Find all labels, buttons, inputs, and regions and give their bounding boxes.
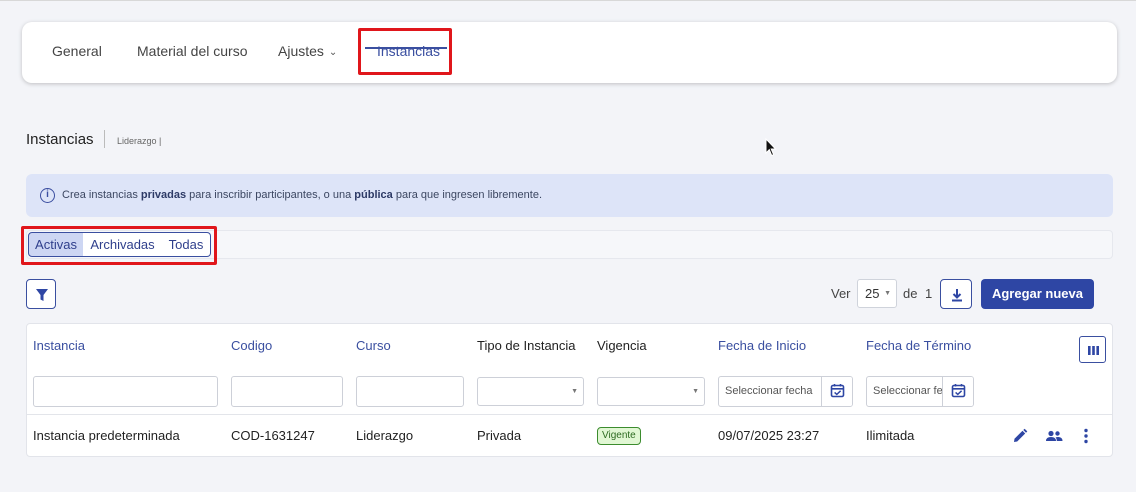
filter-codigo-input[interactable] xyxy=(231,376,343,407)
more-vertical-icon xyxy=(1084,428,1088,444)
segment-activas[interactable]: Activas xyxy=(28,232,84,257)
cell-codigo: COD-1631247 xyxy=(231,428,315,443)
columns-button[interactable] xyxy=(1079,336,1106,363)
info-text-publica: pública xyxy=(354,189,393,201)
tab-ajustes[interactable]: Ajustes ⌄ xyxy=(278,22,337,83)
active-tab-underline xyxy=(365,47,447,49)
table-row-divider xyxy=(27,414,1112,415)
download-button[interactable] xyxy=(940,279,972,309)
tab-instancias-label: Instancias xyxy=(377,43,441,59)
caret-down-icon: ▼ xyxy=(692,388,699,395)
tab-general[interactable]: General xyxy=(52,22,102,83)
date-placeholder-inicio: Seleccionar fecha xyxy=(725,385,813,397)
more-options-button[interactable] xyxy=(1076,426,1096,446)
total-pages: 1 xyxy=(925,286,933,301)
add-new-button[interactable]: Agregar nueva xyxy=(981,279,1094,309)
download-icon xyxy=(952,289,962,302)
cell-tipo: Privada xyxy=(477,428,522,443)
filter-tipo-select[interactable]: ▼ xyxy=(477,377,584,406)
header-codigo[interactable]: Codigo xyxy=(231,338,272,353)
cell-fecha-termino: Ilimitada xyxy=(866,428,915,443)
header-tipo-de-instancia: Tipo de Instancia xyxy=(477,338,576,353)
breadcrumb: Liderazgo | xyxy=(117,136,162,146)
filter-vigencia-select[interactable]: ▼ xyxy=(597,377,705,406)
info-text-2: para inscribir participantes, o una xyxy=(186,189,355,201)
page-title: Instancias xyxy=(26,131,94,148)
pencil-icon xyxy=(1014,428,1028,442)
filter-fecha-inicio[interactable]: Seleccionar fecha xyxy=(718,376,853,407)
mouse-cursor-icon xyxy=(765,138,777,157)
header-vigencia: Vigencia xyxy=(597,338,647,353)
header-instancia[interactable]: Instancia xyxy=(33,338,85,353)
tab-material-label: Material del curso xyxy=(137,43,248,59)
header-fecha-de-termino[interactable]: Fecha de Término xyxy=(866,338,971,353)
calendar-icon xyxy=(951,384,966,398)
columns-icon xyxy=(1088,346,1099,355)
title-divider xyxy=(104,130,105,148)
participants-button[interactable] xyxy=(1043,426,1065,446)
cell-fecha-inicio: 09/07/2025 23:27 xyxy=(718,428,820,443)
users-icon xyxy=(1046,430,1063,441)
edit-button[interactable] xyxy=(1010,426,1030,446)
filter-button[interactable] xyxy=(26,279,56,309)
info-banner: i Crea instancias privadas para inscribi… xyxy=(26,174,1113,217)
caret-down-icon: ▼ xyxy=(884,290,891,297)
chevron-down-icon: ⌄ xyxy=(328,47,338,58)
caret-down-icon: ▼ xyxy=(571,388,578,395)
cell-instancia: Instancia predeterminada xyxy=(33,428,180,443)
filter-fecha-termino[interactable]: Seleccionar fecha xyxy=(866,376,974,407)
page-size-value: 25 xyxy=(865,286,880,301)
page-size-label: Ver xyxy=(831,286,851,301)
info-text-1: Crea instancias xyxy=(62,189,141,201)
header-curso[interactable]: Curso xyxy=(356,338,391,353)
pages-of-label: de xyxy=(903,286,918,301)
tab-material-del-curso[interactable]: Material del curso xyxy=(137,22,248,83)
top-border xyxy=(0,0,1136,1)
calendar-button-inicio[interactable] xyxy=(821,377,852,406)
info-text-privadas: privadas xyxy=(140,189,187,201)
status-badge: Vigente xyxy=(597,427,641,445)
tab-ajustes-label: Ajustes xyxy=(278,43,324,59)
header-fecha-de-inicio[interactable]: Fecha de Inicio xyxy=(718,338,806,353)
info-icon: i xyxy=(40,188,55,203)
filter-curso-input[interactable] xyxy=(356,376,464,407)
info-text-3: para que ingresen libremente. xyxy=(392,189,543,201)
tab-instancias[interactable]: Instancias xyxy=(377,22,440,83)
calendar-icon xyxy=(830,384,845,398)
segment-archivadas[interactable]: Archivadas xyxy=(83,232,163,257)
cell-curso: Liderazgo xyxy=(356,428,414,443)
filter-icon xyxy=(36,289,48,301)
filter-instancia-input[interactable] xyxy=(33,376,218,407)
tab-general-label: General xyxy=(52,43,102,59)
calendar-button-termino[interactable] xyxy=(942,377,973,406)
page-size-select[interactable]: 25 ▼ xyxy=(857,279,897,308)
segment-todas[interactable]: Todas xyxy=(162,232,211,257)
